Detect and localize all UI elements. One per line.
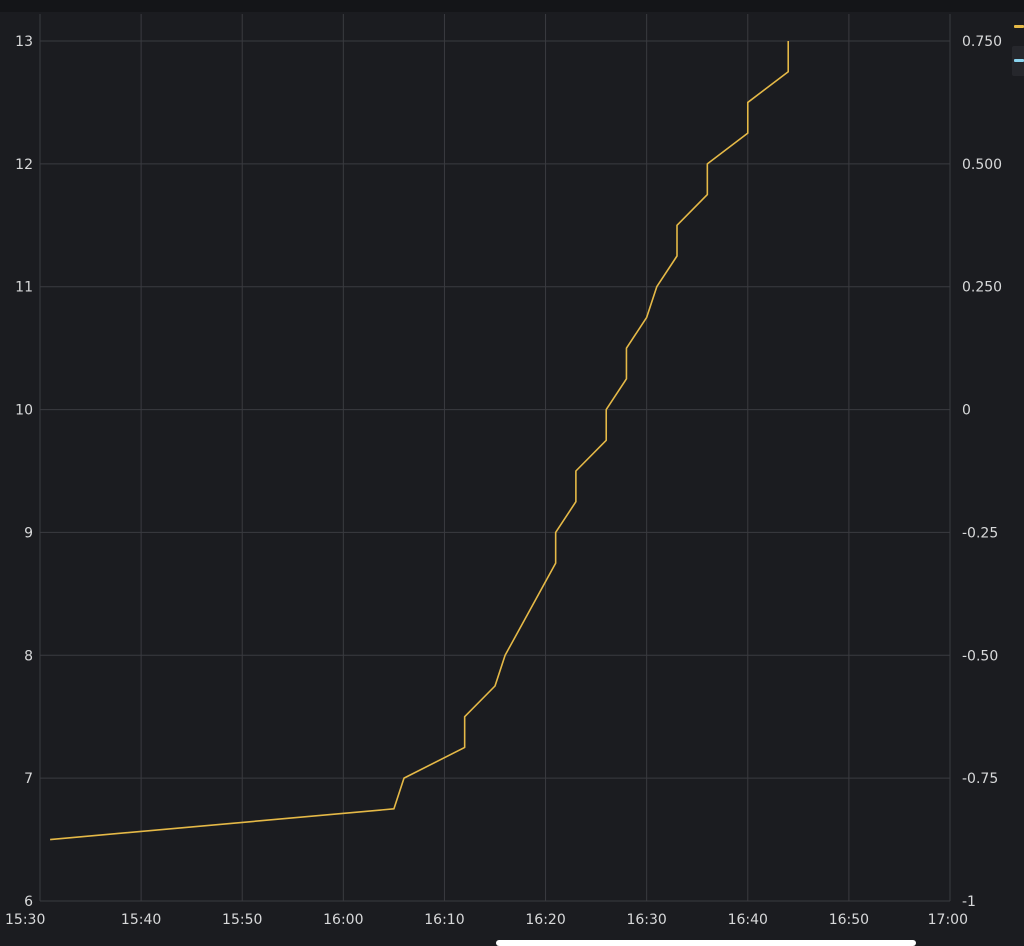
- y-right-tick-label: 0: [962, 403, 971, 419]
- grid: [39, 14, 951, 902]
- y-right-tick-label: 0.250: [962, 280, 1002, 296]
- x-tick-label: 15:50: [222, 912, 262, 928]
- x-axis: 15:30 15:40 15:50 16:00 16:10 16:20 16:30 16:40…: [5, 912, 968, 928]
- y-left-tick-label: 11: [15, 280, 33, 296]
- x-tick-label: 16:00: [323, 912, 363, 928]
- y-left-tick-label: 13: [15, 34, 33, 50]
- y-right-tick-label: 0.750: [962, 34, 1002, 50]
- y-right-tick-label: 0.500: [962, 157, 1002, 173]
- series: [50, 41, 790, 841]
- y-left-tick-label: 8: [24, 648, 33, 664]
- x-tick-label: 15:30: [5, 912, 45, 928]
- y-left-tick-label: 7: [24, 771, 33, 787]
- x-tick-label: 16:40: [728, 912, 768, 928]
- x-tick-label: 17:00: [928, 912, 968, 928]
- x-tick-label: 16:20: [525, 912, 565, 928]
- y-right-tick-label: -0.25: [962, 525, 998, 541]
- y-left-tick-label: 12: [15, 157, 33, 173]
- legend-swatch-yellow[interactable]: [1014, 25, 1024, 28]
- x-tick-label: 15:40: [121, 912, 161, 928]
- y-right-tick-label: -0.75: [962, 771, 998, 787]
- y-right-tick-label: -0.50: [962, 648, 998, 664]
- series-line-0: [50, 41, 790, 841]
- y-axis-left: 6 7 8 9 10 11 12 13: [15, 34, 33, 910]
- y-right-tick-label: -1: [962, 894, 976, 910]
- chart: 6 7 8 9 10 11 12 13 -1 -0.75 -0.50 -0.25 0 0.250 0.50…: [5, 14, 1002, 928]
- legend-swatch-blue[interactable]: [1014, 59, 1024, 62]
- x-tick-label: 16:50: [829, 912, 869, 928]
- y-left-tick-label: 9: [24, 525, 33, 541]
- y-left-tick-label: 6: [24, 894, 33, 910]
- home-indicator[interactable]: [496, 940, 916, 946]
- y-axis-right: -1 -0.75 -0.50 -0.25 0 0.250 0.500 0.750: [962, 34, 1002, 910]
- x-tick-label: 16:10: [424, 912, 464, 928]
- x-tick-label: 16:30: [626, 912, 666, 928]
- y-left-tick-label: 10: [15, 403, 33, 419]
